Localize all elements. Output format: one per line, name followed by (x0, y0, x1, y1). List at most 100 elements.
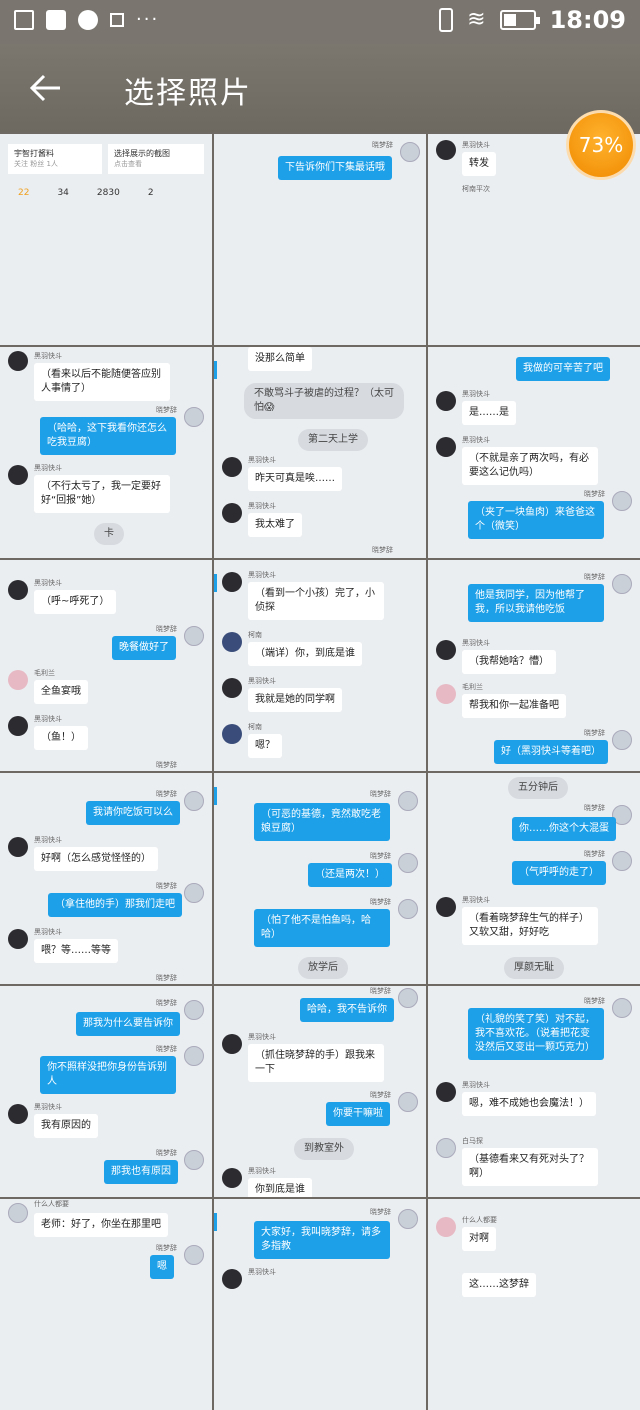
sender-name: 晓梦辞 (584, 804, 605, 812)
chat-bubble: （我帮她啥？懵） (462, 650, 556, 674)
sender-name: 晓梦辞 (156, 999, 177, 1007)
chat-bubble: 对啊 (462, 1227, 496, 1251)
system-message: 卡 (94, 523, 124, 545)
avatar (222, 457, 242, 477)
system-message: 厚颜无耻 (504, 957, 564, 979)
chat-bubble: 那我为什么要告诉你 (76, 1012, 180, 1036)
avatar (612, 491, 632, 511)
profile-name: 宇智打酱料 (14, 149, 54, 158)
sender-name: 晓梦辞 (156, 625, 177, 633)
sender-name: 晓梦辞 (156, 790, 177, 798)
avatar (222, 1168, 242, 1188)
photo-thumbnail[interactable]: 黑羽快斗 （看到一个小孩）完了，小侦探 柯南 （端详）你，到底是谁 黑羽快斗 我… (214, 560, 426, 771)
sender-name: 晓梦辞 (372, 546, 393, 554)
photo-thumbnail[interactable]: 什么人都要 对啊 这……这梦辞 (428, 1199, 640, 1410)
sender-name: 晓梦辞 (584, 573, 605, 581)
chat-bubble: （看到一个小孩）完了，小侦探 (248, 582, 384, 620)
avatar (8, 716, 28, 736)
avatar (8, 351, 28, 371)
chat-bubble: （不行太亏了，我一定要好好“回报”她） (34, 475, 170, 513)
photo-thumbnail[interactable]: 晓梦辞 （礼貌的笑了笑）对不起，我不喜欢花。（说着把花变没然后又变出一颗巧克力）… (428, 986, 640, 1197)
sender-name: 柯南平次 (462, 185, 490, 193)
chat-bubble: 没那么简单 (248, 347, 312, 371)
chat-bubble: 你要干嘛啦 (326, 1102, 390, 1126)
chat-bubble: 下告诉你们下集最话哦 (278, 156, 392, 180)
avatar (436, 897, 456, 917)
battery-icon (499, 10, 540, 30)
photo-thumbnail[interactable]: 晓梦辞 他是我同学，因为他帮了我，所以我请他吃饭 黑羽快斗 （我帮她啥？懵） 毛… (428, 560, 640, 771)
photo-thumbnail[interactable]: 宇智打酱料 关注 粉丝 1人 选择展示的截图 点击查看 22 34 2830 2 (0, 134, 212, 345)
sender-name: 黑羽快斗 (248, 502, 276, 510)
avatar (436, 391, 456, 411)
avatar (612, 998, 632, 1018)
avatar (222, 632, 242, 652)
avatar (222, 1034, 242, 1054)
avatar (398, 791, 418, 811)
photo-thumbnail[interactable]: 没那么简单 不敢骂斗子被虐的过程？（太可怕😱 第二天上学 黑羽快斗 昨天可真是唉… (214, 347, 426, 558)
profile-card: 宇智打酱料 关注 粉丝 1人 (8, 144, 102, 174)
sender-name: 黑羽快斗 (34, 928, 62, 936)
sender-name: 黑羽快斗 (462, 639, 490, 647)
photo-thumbnail[interactable]: 我做的可辛苦了吧 黑羽快斗 是……是 黑羽快斗 （不就是亲了两次吗，有必要这么记… (428, 347, 640, 558)
sender-name: 黑羽快斗 (34, 836, 62, 844)
system-message: 第二天上学 (298, 429, 368, 451)
photo-thumbnail[interactable]: 五分钟后 晓梦辞 你……你这个大混蛋 晓梦辞 （气呼呼的走了） 黑羽快斗 （看着… (428, 773, 640, 984)
scroll-indicator (214, 1213, 217, 1231)
sender-name: 黑羽快斗 (248, 1033, 276, 1041)
avatar (612, 730, 632, 750)
sender-name: 晓梦辞 (372, 141, 393, 149)
chat-bubble: （看着晓梦辞生气的样子）又软又甜，好好吃 (462, 907, 598, 945)
sender-name: 黑羽快斗 (462, 436, 490, 444)
sender-name: 黑羽快斗 (34, 715, 62, 723)
photo-thumbnail[interactable]: 黑羽快斗 （看来以后不能随便答应别人事情了） 晓梦辞 （哈哈，这下我看你还怎么吃… (0, 347, 212, 558)
sender-name: 晓梦辞 (370, 1208, 391, 1216)
sender-name: 黑羽快斗 (34, 1103, 62, 1111)
sender-name: 黑羽快斗 (462, 896, 490, 904)
sender-name: 晓梦辞 (156, 406, 177, 414)
photo-thumbnail[interactable]: 晓梦辞 下告诉你们下集最话哦 (214, 134, 426, 345)
sender-name: 晓梦辞 (156, 1244, 177, 1252)
scroll-indicator (214, 574, 217, 592)
avatar (184, 1245, 204, 1265)
avatar (436, 640, 456, 660)
chat-bubble: 我做的可辛苦了吧 (516, 357, 610, 381)
avatar (436, 1217, 456, 1237)
chat-bubble: （气呼呼的走了） (512, 861, 606, 885)
chat-bubble: （拿住他的手）那我们走吧 (48, 893, 182, 917)
photo-thumbnail[interactable]: 黑羽快斗 （呼~呼死了） 晓梦辞 晚餐做好了 毛利兰 全鱼宴哦 黑羽快斗 （鱼！… (0, 560, 212, 771)
sender-name: 柯南 (248, 723, 262, 731)
page-title: 选择照片 (124, 76, 252, 111)
profile-meta: 关注 粉丝 1人 (14, 160, 58, 168)
sender-name: 晓梦辞 (584, 997, 605, 1005)
chat-bubble: （还是两次！） (308, 863, 392, 887)
stat-value: 2830 (96, 188, 120, 198)
avatar (8, 929, 28, 949)
avatar (222, 1269, 242, 1289)
chat-bubble: 嗯，难不成她也会魔法！） (462, 1092, 596, 1116)
profile-name: 选择展示的截图 (114, 149, 170, 158)
back-arrow-icon[interactable] (26, 68, 66, 108)
photo-thumbnail[interactable]: 晓梦辞 哈哈，我不告诉你 黑羽快斗 （抓住晓梦辞的手）跟我来一下 晓梦辞 你要干… (214, 986, 426, 1197)
chat-bubble: 好（黑羽快斗等着吧） (494, 740, 608, 764)
sender-name: 晓梦辞 (370, 987, 391, 995)
photo-thumbnail[interactable]: 晓梦辞 大家好，我叫晓梦辞，请多多指教 黑羽快斗 (214, 1199, 426, 1410)
sender-name: 晓梦辞 (370, 790, 391, 798)
app-bar: 选择照片 (0, 44, 640, 132)
chat-bubble: 喂？等……等等 (34, 939, 118, 963)
avatar (436, 140, 456, 160)
wifi-icon: ≋ (467, 7, 486, 32)
sender-name: 黑羽快斗 (248, 677, 276, 685)
sender-name: 晓梦辞 (156, 1045, 177, 1053)
photo-thumbnail[interactable]: 晓梦辞 我请你吃饭可以么 黑羽快斗 好啊（怎么感觉怪怪的） 晓梦辞 （拿住他的手… (0, 773, 212, 984)
avatar (8, 465, 28, 485)
sender-name: 什么人都要 (34, 1200, 69, 1208)
photo-thumbnail[interactable]: 晓梦辞 （可恶的基德，竟然敢吃老娘豆腐） 晓梦辞 （还是两次！） 晓梦辞 （怕了… (214, 773, 426, 984)
photo-thumbnail[interactable]: 什么人都要 老师：好了，你坐在那里吧 晓梦辞 嗯 (0, 1199, 212, 1410)
sender-name: 什么人都要 (462, 1216, 497, 1224)
avatar (184, 1150, 204, 1170)
chat-bubble: 你不照样没把你身份告诉别人 (40, 1056, 176, 1094)
chat-bubble: （哈哈，这下我看你还怎么吃我豆腐） (40, 417, 176, 455)
status-bar: ··· ≋ 18:09 (0, 0, 640, 44)
photo-thumbnail[interactable]: 晓梦辞 那我为什么要告诉你 晓梦辞 你不照样没把你身份告诉别人 黑羽快斗 我有原… (0, 986, 212, 1197)
more-notifications-icon: ··· (136, 9, 160, 30)
